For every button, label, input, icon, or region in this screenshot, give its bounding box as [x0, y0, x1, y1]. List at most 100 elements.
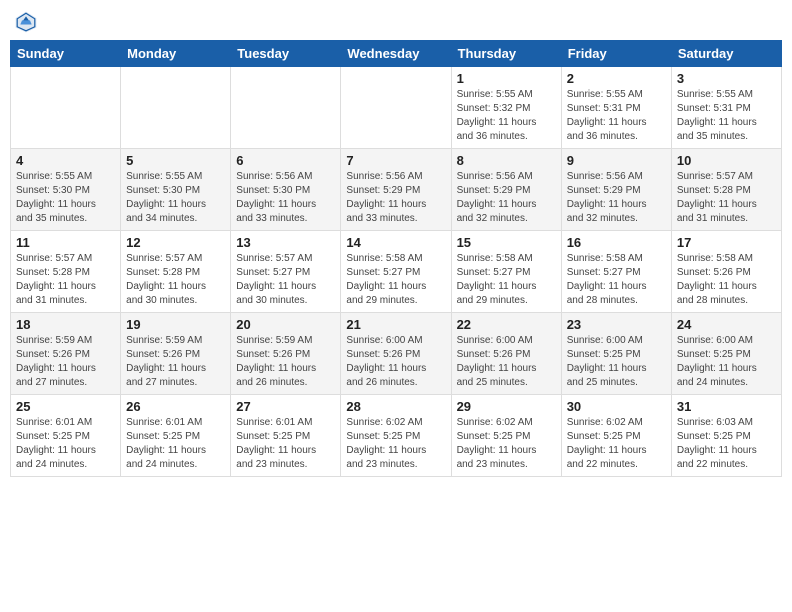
calendar-week-1: 1 Sunrise: 5:55 AM Sunset: 5:32 PM Daylig… — [11, 67, 782, 149]
calendar-cell: 26Sunrise: 6:01 AM Sunset: 5:25 PM Dayli… — [121, 395, 231, 477]
day-number: 12 — [126, 235, 225, 250]
day-number: 28 — [346, 399, 445, 414]
day-number: 14 — [346, 235, 445, 250]
column-header-monday: Monday — [121, 41, 231, 67]
calendar-cell: 14 Sunrise: 5:58 AM Sunset: 5:27 PM Dayli… — [341, 231, 451, 313]
day-number: 8 — [457, 153, 556, 168]
page-header — [10, 10, 782, 34]
day-info: Sunrise: 6:00 AM Sunset: 5:25 PM Dayligh… — [567, 334, 666, 390]
day-info: Sunrise: 6:01 AM Sunset: 5:25 PM Dayligh… — [16, 416, 115, 472]
day-info: Sunrise: 6:03 AM Sunset: 5:25 PM Dayligh… — [677, 416, 776, 472]
calendar-cell: 6 Sunrise: 5:56 AM Sunset: 5:30 PM Daylig… — [231, 149, 341, 231]
day-info: Sunrise: 6:01 AM Sunset: 5:25 PM Dayligh… — [236, 416, 335, 472]
day-info: Sunrise: 5:55 AM Sunset: 5:32 PM Dayligh… — [457, 88, 556, 144]
day-info: Sunrise: 5:59 AM Sunset: 5:26 PM Dayligh… — [126, 334, 225, 390]
calendar-cell: 18Sunrise: 5:59 AM Sunset: 5:26 PM Dayli… — [11, 313, 121, 395]
day-info: Sunrise: 5:58 AM Sunset: 5:27 PM Dayligh… — [567, 252, 666, 308]
day-info: Sunrise: 5:55 AM Sunset: 5:31 PM Dayligh… — [567, 88, 666, 144]
day-info: Sunrise: 5:58 AM Sunset: 5:27 PM Dayligh… — [346, 252, 445, 308]
calendar-cell: 10Sunrise: 5:57 AM Sunset: 5:28 PM Dayli… — [671, 149, 781, 231]
calendar-cell: 7Sunrise: 5:56 AM Sunset: 5:29 PM Daylig… — [341, 149, 451, 231]
logo-icon — [14, 10, 38, 34]
day-number: 1 — [457, 71, 556, 86]
day-number: 19 — [126, 317, 225, 332]
day-number: 27 — [236, 399, 335, 414]
day-info: Sunrise: 6:02 AM Sunset: 5:25 PM Dayligh… — [567, 416, 666, 472]
column-header-saturday: Saturday — [671, 41, 781, 67]
day-number: 4 — [16, 153, 115, 168]
calendar-cell: 29 Sunrise: 6:02 AM Sunset: 5:25 PM Dayli… — [451, 395, 561, 477]
column-header-sunday: Sunday — [11, 41, 121, 67]
calendar-cell: 22 Sunrise: 6:00 AM Sunset: 5:26 PM Dayli… — [451, 313, 561, 395]
calendar-cell: 2 Sunrise: 5:55 AM Sunset: 5:31 PM Daylig… — [561, 67, 671, 149]
day-number: 24 — [677, 317, 776, 332]
calendar-cell: 8 Sunrise: 5:56 AM Sunset: 5:29 PM Daylig… — [451, 149, 561, 231]
calendar-cell — [341, 67, 451, 149]
calendar-cell: 28 Sunrise: 6:02 AM Sunset: 5:25 PM Dayli… — [341, 395, 451, 477]
calendar-week-3: 11 Sunrise: 5:57 AM Sunset: 5:28 PM Dayli… — [11, 231, 782, 313]
day-number: 29 — [457, 399, 556, 414]
day-info: Sunrise: 5:56 AM Sunset: 5:29 PM Dayligh… — [567, 170, 666, 226]
day-info: Sunrise: 5:57 AM Sunset: 5:27 PM Dayligh… — [236, 252, 335, 308]
day-info: Sunrise: 5:58 AM Sunset: 5:26 PM Dayligh… — [677, 252, 776, 308]
calendar-cell: 12 Sunrise: 5:57 AM Sunset: 5:28 PM Dayli… — [121, 231, 231, 313]
day-number: 21 — [346, 317, 445, 332]
day-info: Sunrise: 5:57 AM Sunset: 5:28 PM Dayligh… — [126, 252, 225, 308]
calendar-cell: 5 Sunrise: 5:55 AM Sunset: 5:30 PM Daylig… — [121, 149, 231, 231]
calendar-cell: 24 Sunrise: 6:00 AM Sunset: 5:25 PM Dayli… — [671, 313, 781, 395]
day-number: 13 — [236, 235, 335, 250]
day-number: 5 — [126, 153, 225, 168]
day-info: Sunrise: 5:55 AM Sunset: 5:31 PM Dayligh… — [677, 88, 776, 144]
calendar-cell: 21 Sunrise: 6:00 AM Sunset: 5:26 PM Dayli… — [341, 313, 451, 395]
calendar-cell: 30Sunrise: 6:02 AM Sunset: 5:25 PM Dayli… — [561, 395, 671, 477]
calendar-cell — [11, 67, 121, 149]
day-info: Sunrise: 6:02 AM Sunset: 5:25 PM Dayligh… — [457, 416, 556, 472]
day-number: 23 — [567, 317, 666, 332]
calendar-cell: 19 Sunrise: 5:59 AM Sunset: 5:26 PM Dayli… — [121, 313, 231, 395]
calendar-cell: 1 Sunrise: 5:55 AM Sunset: 5:32 PM Daylig… — [451, 67, 561, 149]
day-number: 10 — [677, 153, 776, 168]
day-number: 11 — [16, 235, 115, 250]
calendar-cell: 4 Sunrise: 5:55 AM Sunset: 5:30 PM Daylig… — [11, 149, 121, 231]
calendar-cell: 15 Sunrise: 5:58 AM Sunset: 5:27 PM Dayli… — [451, 231, 561, 313]
day-info: Sunrise: 5:59 AM Sunset: 5:26 PM Dayligh… — [236, 334, 335, 390]
day-number: 22 — [457, 317, 556, 332]
day-number: 15 — [457, 235, 556, 250]
day-number: 2 — [567, 71, 666, 86]
day-number: 6 — [236, 153, 335, 168]
calendar-cell: 13 Sunrise: 5:57 AM Sunset: 5:27 PM Dayli… — [231, 231, 341, 313]
calendar-week-5: 25Sunrise: 6:01 AM Sunset: 5:25 PM Dayli… — [11, 395, 782, 477]
day-info: Sunrise: 5:58 AM Sunset: 5:27 PM Dayligh… — [457, 252, 556, 308]
day-info: Sunrise: 6:00 AM Sunset: 5:25 PM Dayligh… — [677, 334, 776, 390]
column-header-friday: Friday — [561, 41, 671, 67]
calendar-cell — [121, 67, 231, 149]
calendar-cell: 25Sunrise: 6:01 AM Sunset: 5:25 PM Dayli… — [11, 395, 121, 477]
day-info: Sunrise: 5:55 AM Sunset: 5:30 PM Dayligh… — [126, 170, 225, 226]
day-info: Sunrise: 6:00 AM Sunset: 5:26 PM Dayligh… — [457, 334, 556, 390]
logo — [14, 10, 42, 34]
calendar-cell: 11 Sunrise: 5:57 AM Sunset: 5:28 PM Dayli… — [11, 231, 121, 313]
day-number: 17 — [677, 235, 776, 250]
day-info: Sunrise: 5:55 AM Sunset: 5:30 PM Dayligh… — [16, 170, 115, 226]
day-info: Sunrise: 5:56 AM Sunset: 5:29 PM Dayligh… — [457, 170, 556, 226]
calendar-cell: 31Sunrise: 6:03 AM Sunset: 5:25 PM Dayli… — [671, 395, 781, 477]
calendar-week-4: 18Sunrise: 5:59 AM Sunset: 5:26 PM Dayli… — [11, 313, 782, 395]
column-header-tuesday: Tuesday — [231, 41, 341, 67]
day-info: Sunrise: 5:59 AM Sunset: 5:26 PM Dayligh… — [16, 334, 115, 390]
day-info: Sunrise: 6:00 AM Sunset: 5:26 PM Dayligh… — [346, 334, 445, 390]
calendar-cell: 27 Sunrise: 6:01 AM Sunset: 5:25 PM Dayli… — [231, 395, 341, 477]
calendar-header-row: SundayMondayTuesdayWednesdayThursdayFrid… — [11, 41, 782, 67]
day-number: 16 — [567, 235, 666, 250]
column-header-thursday: Thursday — [451, 41, 561, 67]
calendar-cell: 23 Sunrise: 6:00 AM Sunset: 5:25 PM Dayli… — [561, 313, 671, 395]
calendar-table: SundayMondayTuesdayWednesdayThursdayFrid… — [10, 40, 782, 477]
day-info: Sunrise: 6:02 AM Sunset: 5:25 PM Dayligh… — [346, 416, 445, 472]
day-info: Sunrise: 5:56 AM Sunset: 5:30 PM Dayligh… — [236, 170, 335, 226]
calendar-cell: 17 Sunrise: 5:58 AM Sunset: 5:26 PM Dayli… — [671, 231, 781, 313]
day-info: Sunrise: 5:57 AM Sunset: 5:28 PM Dayligh… — [16, 252, 115, 308]
calendar-cell: 3Sunrise: 5:55 AM Sunset: 5:31 PM Daylig… — [671, 67, 781, 149]
day-number: 9 — [567, 153, 666, 168]
day-number: 20 — [236, 317, 335, 332]
day-number: 26 — [126, 399, 225, 414]
calendar-cell: 16 Sunrise: 5:58 AM Sunset: 5:27 PM Dayli… — [561, 231, 671, 313]
